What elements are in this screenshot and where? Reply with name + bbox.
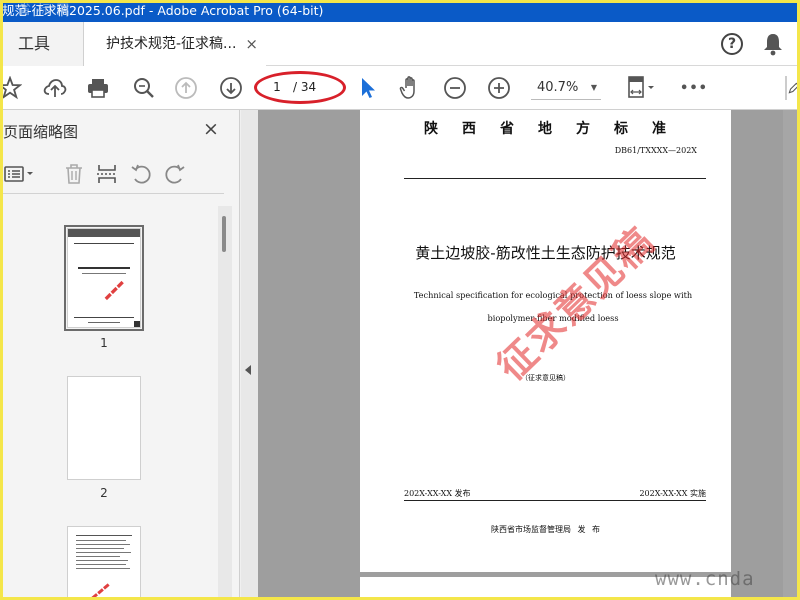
- doc-publish-date: 202X-XX-XX 发布: [404, 489, 471, 498]
- top-divider: [404, 178, 706, 179]
- header-char: 方: [576, 121, 591, 137]
- search-zoom-icon[interactable]: [130, 74, 158, 102]
- zoom-out-icon[interactable]: [441, 74, 469, 102]
- thumbnail-page-1[interactable]: ▬▬▬: [64, 225, 144, 331]
- pdf-page-1: 陕 西 省 地 方 标 准 DB61/TXXXX—202X 黄土边坡胶-筋改性土…: [360, 110, 731, 572]
- tab-bar: 工具 护技术规范-征求稿... × ?: [0, 22, 800, 66]
- panel-close-icon[interactable]: ×: [203, 118, 219, 140]
- chevron-down-icon: ▼: [590, 83, 597, 92]
- delete-page-icon[interactable]: [60, 160, 88, 188]
- rotate-left-icon[interactable]: [127, 160, 155, 188]
- help-icon[interactable]: ?: [721, 33, 743, 55]
- page-total-label: / 34: [293, 80, 317, 94]
- hand-tool-icon[interactable]: [397, 74, 425, 102]
- doc-standard-header: 陕 西 省 地 方 标 准: [360, 118, 731, 138]
- thumbnail-page-3[interactable]: ▬▬▬: [67, 526, 141, 600]
- next-page-icon[interactable]: [217, 74, 245, 102]
- doc-implement-date: 202X-XX-XX 实施: [639, 489, 706, 498]
- rotate-right-icon[interactable]: [161, 160, 189, 188]
- svg-text:▬▬▬: ▬▬▬: [89, 580, 112, 600]
- page-number-input[interactable]: 1: [266, 77, 288, 97]
- panel-title: 页面缩略图: [3, 123, 79, 141]
- site-watermark-bottom: www.cnda: [655, 568, 755, 590]
- thumbnails-list: ▬▬▬ 1 2 ▬▬▬: [0, 208, 216, 600]
- panel-toolbar: [0, 154, 224, 194]
- bottom-divider: [404, 500, 706, 501]
- header-char: 准: [652, 121, 667, 137]
- zoom-level-value: 40.7%: [537, 80, 579, 95]
- thumbnail-page-2[interactable]: [67, 376, 141, 480]
- document-scrollbar[interactable]: [783, 110, 800, 600]
- cloud-upload-icon[interactable]: [41, 74, 69, 102]
- doc-title-cn: 黄土边坡胶-筋改性土生态防护技术规范: [415, 244, 676, 262]
- doc-standard-code: DB61/TXXXX—202X: [614, 146, 697, 155]
- header-char: 标: [614, 121, 629, 137]
- doc-issuer: 陕西省市场监督管理局 发 布: [490, 525, 601, 534]
- sign-icon[interactable]: [787, 74, 800, 102]
- main-toolbar: 1 / 34 40.7% ▼ •••: [0, 66, 800, 110]
- site-watermark-top: 省 标 网: [18, 3, 71, 18]
- document-viewer[interactable]: 陕 西 省 地 方 标 准 DB61/TXXXX—202X 黄土边坡胶-筋改性土…: [258, 110, 800, 600]
- header-char: 陕: [424, 121, 439, 137]
- previous-page-icon[interactable]: [172, 74, 200, 102]
- header-char: 西: [462, 121, 477, 137]
- bookmark-star-icon[interactable]: [0, 74, 24, 102]
- thumbnail-preview: ▬▬▬: [68, 229, 140, 327]
- zoom-in-icon[interactable]: [485, 74, 513, 102]
- tab-tools[interactable]: 工具: [0, 22, 84, 66]
- window-titlebar: 规范-征求稿2025.06.pdf - Adobe Acrobat Pro (6…: [0, 0, 800, 22]
- tab-document[interactable]: 护技术规范-征求稿... ×: [84, 22, 266, 66]
- svg-text:▬▬▬: ▬▬▬: [102, 278, 127, 303]
- print-icon[interactable]: [84, 74, 112, 102]
- scrollbar-thumb[interactable]: [222, 216, 226, 252]
- panel-collapse-handle[interactable]: [241, 110, 258, 600]
- doc-draft-note: （征求意见稿）: [521, 374, 570, 382]
- thumbnail-page-number: 1: [100, 336, 108, 350]
- page-thumbnails-panel: 页面缩略图 × ▬▬▬ 1 2 ▬▬▬: [0, 110, 240, 600]
- insert-page-icon[interactable]: [93, 160, 121, 188]
- thumbnails-scrollbar[interactable]: [218, 206, 232, 600]
- thumbnail-page-number: 2: [100, 486, 108, 500]
- thumbnail-options-icon[interactable]: [2, 160, 38, 188]
- notification-bell-icon[interactable]: [762, 32, 784, 56]
- header-char: 省: [500, 121, 515, 137]
- select-cursor-icon[interactable]: [354, 74, 382, 102]
- zoom-level-select[interactable]: 40.7% ▼: [531, 76, 601, 100]
- thumbnail-preview: ▬▬▬: [76, 535, 132, 600]
- tab-close-icon[interactable]: ×: [245, 22, 258, 66]
- collapse-arrow-icon: [245, 365, 251, 375]
- header-char: 地: [538, 121, 553, 137]
- tab-document-label: 护技术规范-征求稿...: [106, 36, 237, 52]
- page-fit-icon[interactable]: [620, 74, 660, 102]
- more-tools-icon[interactable]: •••: [680, 74, 708, 102]
